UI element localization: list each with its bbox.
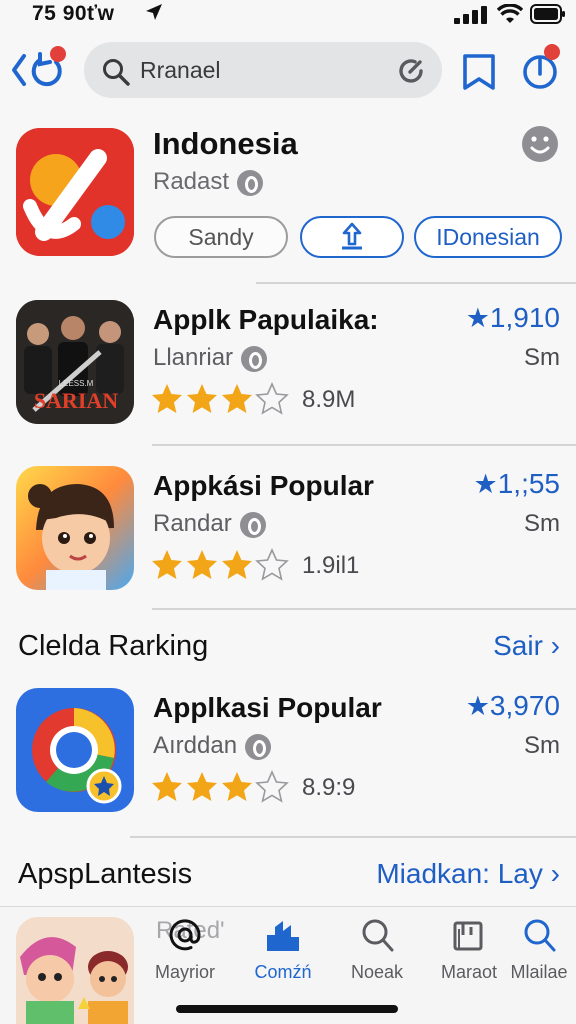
notification-badge xyxy=(50,46,66,62)
app-title: Appkási Popular xyxy=(153,470,374,501)
tab-mayrior[interactable]: Mayrior xyxy=(140,917,230,983)
star-icon: ★ xyxy=(465,691,490,721)
app-icon-small-text: LEESS.M xyxy=(59,379,94,388)
app-size: Sm xyxy=(524,344,560,371)
featured-app: Indonesia Radast Sandy IDonesian xyxy=(0,118,576,278)
featured-app-subtitle: Radast xyxy=(153,168,264,196)
app-title: Applk Papulaika: xyxy=(153,304,379,335)
tab-label: Mlailae xyxy=(510,962,568,982)
smiley-icon[interactable] xyxy=(520,124,560,164)
chevron-right-icon: › xyxy=(550,630,560,661)
share-button[interactable] xyxy=(300,216,404,258)
location-arrow-icon xyxy=(146,4,162,20)
section-title: Clelda Rarking xyxy=(18,630,209,662)
search-icon xyxy=(103,59,130,86)
key-icon xyxy=(237,169,264,196)
app-icon-browser xyxy=(16,688,134,812)
see-all-link[interactable]: Miadkan: Lay › xyxy=(376,858,560,890)
app-size: Sm xyxy=(524,732,560,759)
account-button[interactable] xyxy=(520,44,560,95)
share-icon xyxy=(342,222,362,250)
signal-icon xyxy=(454,6,487,24)
divider xyxy=(152,444,576,446)
app-rating-value: 1,;55 xyxy=(497,468,560,499)
divider xyxy=(130,836,576,838)
back-button[interactable] xyxy=(10,46,70,92)
cartoon-thumbnail[interactable] xyxy=(16,917,134,1024)
top-bar: Rranael xyxy=(0,38,576,102)
app-rating: ★1,;55 xyxy=(474,468,561,500)
tab-label: Noeak xyxy=(350,962,404,982)
app-title: Applkasi Popular xyxy=(153,692,382,723)
app-size: Sm xyxy=(524,510,560,537)
see-all-label: Sair xyxy=(493,630,543,661)
section-title: ApspLantesis xyxy=(18,858,193,890)
search-icon xyxy=(524,919,556,952)
app-icon-text: SARIAN xyxy=(34,388,118,413)
star-icon: ★ xyxy=(473,469,498,499)
see-all-link[interactable]: Sair › xyxy=(493,630,560,662)
featured-app-title: Indonesia xyxy=(153,126,298,161)
app-icon-girl xyxy=(16,466,134,590)
star-rating-icon xyxy=(152,548,289,581)
buildings-icon xyxy=(267,921,299,951)
key-icon xyxy=(239,511,266,538)
app-subtitle: Llanriar xyxy=(153,344,268,372)
tab-label: Comźń xyxy=(254,962,312,982)
star-icon: ★ xyxy=(465,303,490,333)
search-query[interactable]: Rranael xyxy=(140,57,221,84)
star-rating-icon xyxy=(152,382,289,415)
app-rating: ★1,910 xyxy=(466,302,560,334)
book-icon xyxy=(453,921,483,951)
key-icon xyxy=(245,733,272,760)
status-bar: 75 90ťw xyxy=(0,0,576,30)
battery-icon xyxy=(530,4,565,24)
chevron-right-icon: › xyxy=(550,858,560,889)
app-icon-band: LEESS.M SARIAN xyxy=(16,300,134,424)
tab-label: Mayrior xyxy=(154,962,215,982)
divider xyxy=(152,608,576,610)
app-subtitle: Aırddan xyxy=(153,732,272,760)
star-rating-icon xyxy=(152,770,289,803)
key-icon xyxy=(241,345,268,372)
divider xyxy=(256,282,576,284)
rating-count: 8.9:9 xyxy=(302,774,356,801)
tab-mlailae[interactable]: Mlailae xyxy=(494,917,576,983)
see-all-label: Miadkan: Lay xyxy=(376,858,543,889)
app-developer: Aırddan xyxy=(153,732,238,759)
app-rating-value: 1,910 xyxy=(489,302,560,333)
app-rating-value: 3,970 xyxy=(489,690,560,721)
bookmark-icon[interactable] xyxy=(460,52,498,92)
status-time: 75 90ťw xyxy=(32,2,115,25)
language-button[interactable]: IDonesian xyxy=(414,216,562,258)
list-item[interactable]: Appkási Popular Randar 1.9il1 ★1,;55 Sm xyxy=(0,454,576,594)
list-item[interactable]: Applkasi Popular Aırddan 8.9:9 ★3,970 Sm xyxy=(0,676,576,816)
at-icon xyxy=(169,919,201,951)
app-rating: ★3,970 xyxy=(466,690,560,722)
tab-coman[interactable]: Comźń xyxy=(238,917,328,983)
sandy-button[interactable]: Sandy xyxy=(154,216,288,258)
featured-app-developer: Radast xyxy=(153,168,230,195)
app-subtitle: Randar xyxy=(153,510,266,538)
tab-noeak[interactable]: Noeak xyxy=(332,917,422,983)
section-header: ApspLantesis Miadkan: Lay › xyxy=(0,850,576,900)
section-header: Clelda Rarking Sair › xyxy=(0,622,576,672)
rating-count: 8.9M xyxy=(302,386,356,413)
featured-app-icon[interactable] xyxy=(16,128,134,256)
search-icon xyxy=(362,919,394,952)
refresh-icon[interactable] xyxy=(396,56,426,86)
search-bar[interactable]: Rranael xyxy=(84,42,442,98)
rating-count: 1.9il1 xyxy=(302,552,360,579)
wifi-icon xyxy=(497,4,523,23)
profile-badge xyxy=(544,44,560,60)
list-item[interactable]: LEESS.M SARIAN Applk Papulaika: Llanriar… xyxy=(0,288,576,428)
app-developer: Randar xyxy=(153,510,232,537)
app-developer: Llanriar xyxy=(153,344,234,371)
home-indicator[interactable] xyxy=(176,1005,398,1013)
